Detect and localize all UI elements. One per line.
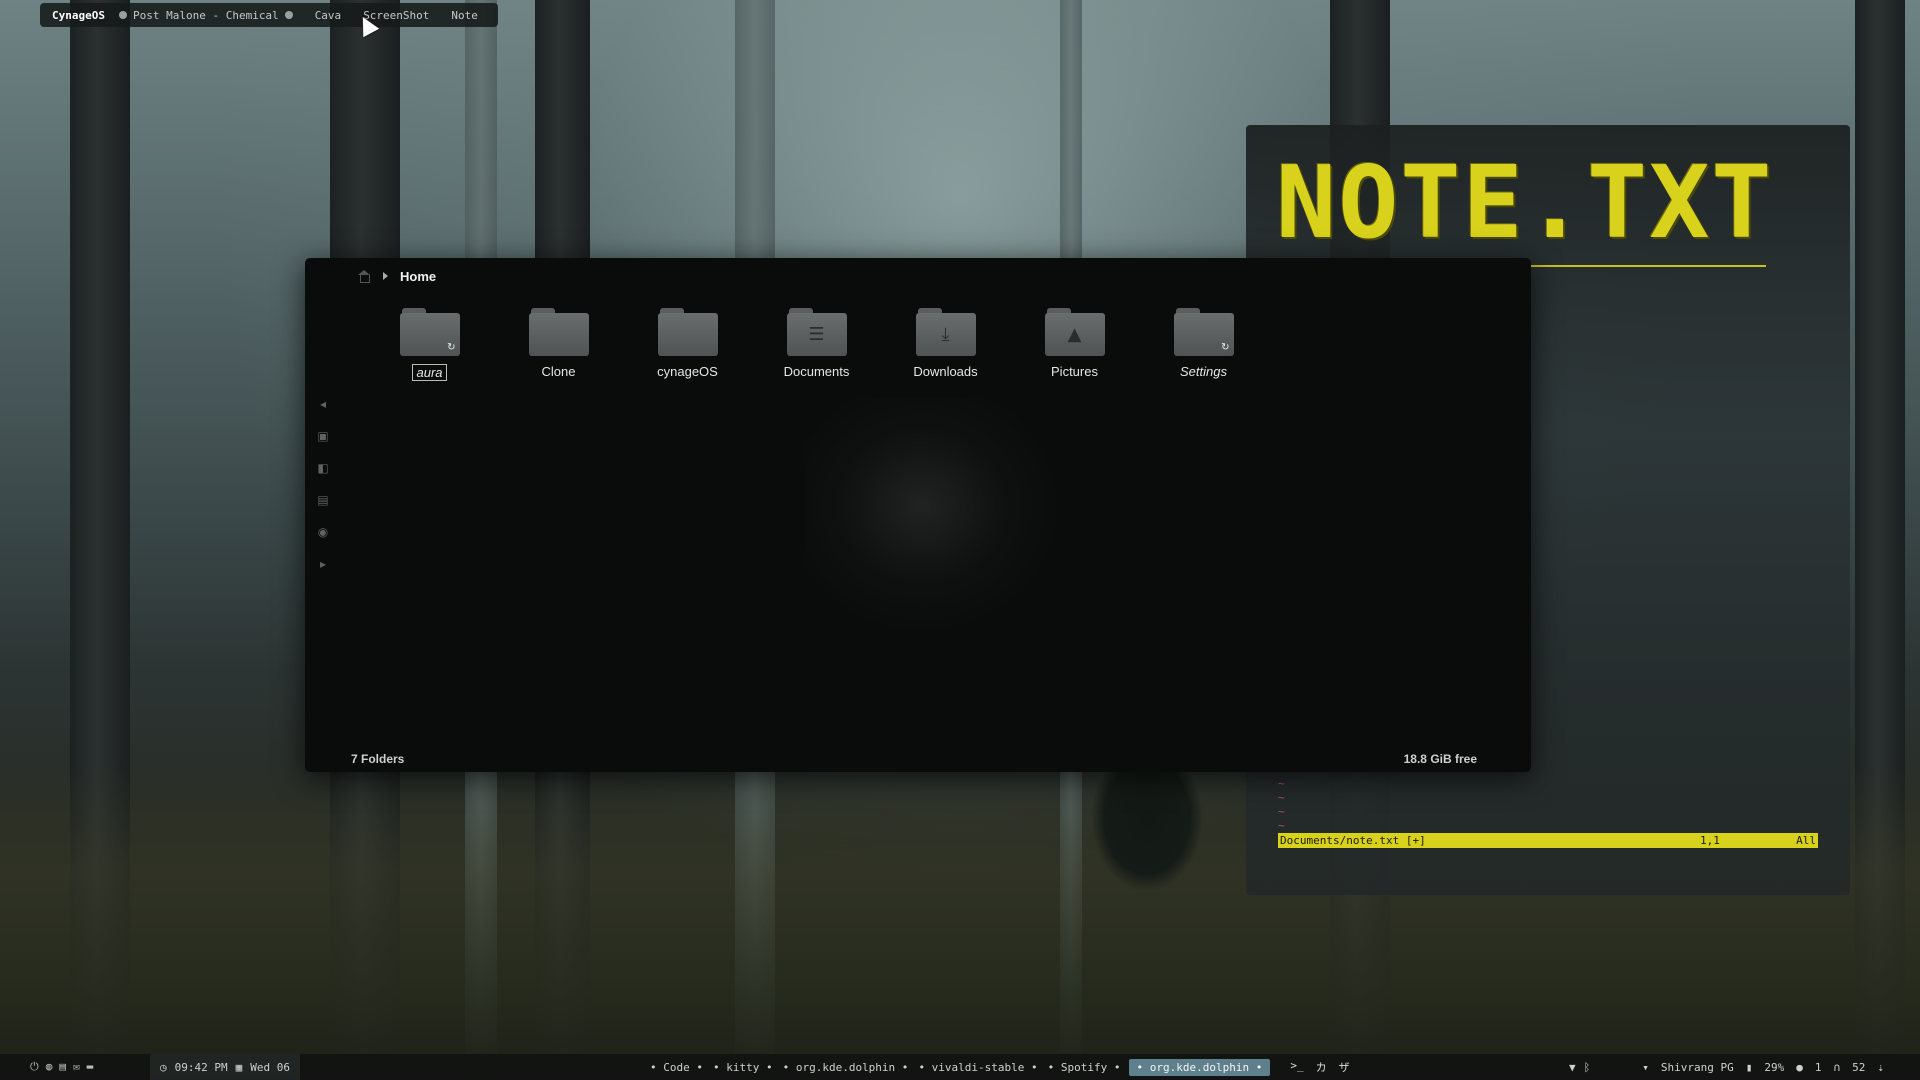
folder-link-icon: ↻ xyxy=(399,308,460,356)
battery-label[interactable]: 29% xyxy=(1764,1061,1784,1074)
folder-downloads[interactable]: ⤓ Downloads xyxy=(881,308,1010,381)
mic-icon[interactable]: ⇣ xyxy=(1877,1061,1884,1074)
folder-downloads-icon: ⤓ xyxy=(915,308,976,356)
chevron-left-icon[interactable]: ◂ xyxy=(315,394,331,414)
tray-extras: >_ カ ザ xyxy=(1290,1059,1349,1075)
top-bar: CynageOS Post Malone - Chemical Cava Scr… xyxy=(40,3,498,27)
editor-statusline: Documents/note.txt [+] 1,1 All xyxy=(1278,833,1818,848)
folder-label: Settings xyxy=(1180,364,1227,379)
tilde-line: ~ xyxy=(1278,777,1285,790)
file-manager-window[interactable]: Home ↻ aura Clone cynageOS ☰ Documents ⤓… xyxy=(305,258,1531,772)
bluetooth-icon[interactable]: ᛒ xyxy=(1584,1061,1591,1074)
symlink-icon: ↻ xyxy=(447,342,456,353)
bluetooth-count[interactable]: 1 xyxy=(1815,1061,1822,1074)
folder-link-icon: ↻ xyxy=(1173,308,1234,356)
terminal-icon[interactable]: ▬ xyxy=(87,1060,94,1074)
free-space: 18.8 GiB free xyxy=(1403,752,1477,766)
folder-label: Downloads xyxy=(913,364,978,379)
home-icon[interactable] xyxy=(357,270,371,283)
now-playing-label: Post Malone - Chemical xyxy=(132,8,279,22)
headphones-icon: ∩ xyxy=(1833,1060,1841,1074)
music-icon xyxy=(118,11,127,19)
task-kitty[interactable]: • kitty • xyxy=(711,1061,775,1074)
calendar-icon: ▦ xyxy=(235,1060,243,1074)
input-method-icon[interactable]: ザ xyxy=(1339,1059,1350,1075)
folder-clone[interactable]: Clone xyxy=(494,308,623,381)
folder-label: Documents xyxy=(783,364,850,379)
details-icon[interactable]: ▤ xyxy=(315,490,331,510)
topbar-item-note[interactable]: Note xyxy=(445,9,484,22)
new-folder-icon[interactable]: ▣ xyxy=(315,426,331,446)
date-label: Wed 06 xyxy=(250,1060,290,1074)
preview-eye-icon[interactable]: ◉ xyxy=(315,522,331,542)
terminal-prompt-icon[interactable]: >_ xyxy=(1290,1059,1303,1075)
document-lines-icon: ☰ xyxy=(808,324,825,345)
tray-toggles: ▼ ᛒ xyxy=(1569,1061,1590,1074)
folder-icon xyxy=(528,308,589,356)
folder-grid: ↻ aura Clone cynageOS ☰ Documents ⤓ Down… xyxy=(365,308,1268,381)
mail-icon[interactable]: ✉ xyxy=(73,1060,80,1074)
breadcrumb[interactable]: Home xyxy=(357,266,436,286)
empty-line-markers: ~ ~ ~ ~ xyxy=(1278,777,1285,833)
taskbar: • Code • • kitty • • org.kde.dolphin • •… xyxy=(648,1054,1350,1080)
time-label: 09:42 PM xyxy=(174,1060,228,1074)
chevron-right-icon[interactable]: ▸ xyxy=(315,554,331,574)
task-dolphin[interactable]: • org.kde.dolphin • xyxy=(781,1061,911,1074)
folder-cynageos[interactable]: cynageOS xyxy=(623,308,752,381)
folder-pictures-icon: ▲ xyxy=(1044,308,1105,356)
brand-label[interactable]: CynageOS xyxy=(52,9,105,22)
task-vivaldi[interactable]: • vivaldi-stable • xyxy=(916,1061,1039,1074)
wifi-icon[interactable]: ▼ xyxy=(1569,1061,1576,1074)
folder-documents[interactable]: ☰ Documents xyxy=(752,308,881,381)
tilde-line: ~ xyxy=(1278,791,1285,804)
folder-label: Pictures xyxy=(1051,364,1098,379)
quick-launch: ⏻ ◍ ▤ ✉ ▬ xyxy=(30,1060,93,1074)
folder-settings[interactable]: ↻ Settings xyxy=(1139,308,1268,381)
folder-icon xyxy=(657,308,718,356)
folder-aura[interactable]: ↻ aura xyxy=(365,308,494,381)
topbar-item-cava[interactable]: Cava xyxy=(309,9,348,22)
folder-label: cynageOS xyxy=(657,364,718,379)
now-playing[interactable]: Post Malone - Chemical xyxy=(118,8,293,22)
cloaked-figure xyxy=(1092,770,1202,890)
system-tray: ▼ ᛒ ▾ Shivrang PG ▮ 29% ● 1 ∩ 52 ⇣ xyxy=(1569,1054,1884,1080)
folder-count: 7 Folders xyxy=(351,752,405,766)
download-arrow-icon: ⤓ xyxy=(941,324,950,345)
tilde-line: ~ xyxy=(1278,805,1285,818)
symlink-icon: ↻ xyxy=(1221,342,1230,353)
split-view-icon[interactable]: ◧ xyxy=(315,458,331,478)
bottom-bar: ⏻ ◍ ▤ ✉ ▬ ◷ 09:42 PM ▦ Wed 06 • Code • •… xyxy=(0,1054,1920,1080)
task-spotify[interactable]: • Spotify • xyxy=(1046,1061,1123,1074)
folder-label: aura xyxy=(412,364,447,381)
play-icon[interactable] xyxy=(284,11,293,19)
browser-icon[interactable]: ◍ xyxy=(46,1060,53,1074)
folder-pictures[interactable]: ▲ Pictures xyxy=(1010,308,1139,381)
battery-icon: ▮ xyxy=(1745,1060,1753,1074)
note-title: NOTE.TXT xyxy=(1276,144,1774,261)
task-active[interactable]: • org.kde.dolphin • xyxy=(1128,1058,1271,1076)
power-icon[interactable]: ⏻ xyxy=(30,1060,39,1074)
volume-label[interactable]: 52 xyxy=(1852,1061,1865,1074)
clock-widget[interactable]: ◷ 09:42 PM ▦ Wed 06 xyxy=(150,1054,300,1080)
statusline-file: Documents/note.txt [+] xyxy=(1280,834,1426,847)
chevron-right-icon xyxy=(383,272,388,280)
clock-icon: ◷ xyxy=(160,1060,167,1074)
mountain-icon: ▲ xyxy=(1067,324,1082,345)
tilde-line: ~ xyxy=(1278,819,1285,832)
task-code[interactable]: • Code • xyxy=(648,1061,705,1074)
statusline-scroll: All xyxy=(1796,834,1816,847)
breadcrumb-home[interactable]: Home xyxy=(400,269,436,284)
bluetooth-icon: ● xyxy=(1796,1060,1803,1074)
files-icon[interactable]: ▤ xyxy=(59,1060,66,1074)
statusline-position: 1,1 xyxy=(1700,834,1720,847)
folder-documents-icon: ☰ xyxy=(786,308,847,356)
input-method-icon[interactable]: カ xyxy=(1316,1059,1327,1075)
network-label[interactable]: Shivrang PG xyxy=(1661,1061,1734,1074)
folder-label: Clone xyxy=(541,364,576,379)
side-toolbar: ◂ ▣ ◧ ▤ ◉ ▸ xyxy=(315,394,331,574)
wifi-icon: ▾ xyxy=(1642,1060,1649,1074)
watermark-logo xyxy=(805,398,1065,638)
